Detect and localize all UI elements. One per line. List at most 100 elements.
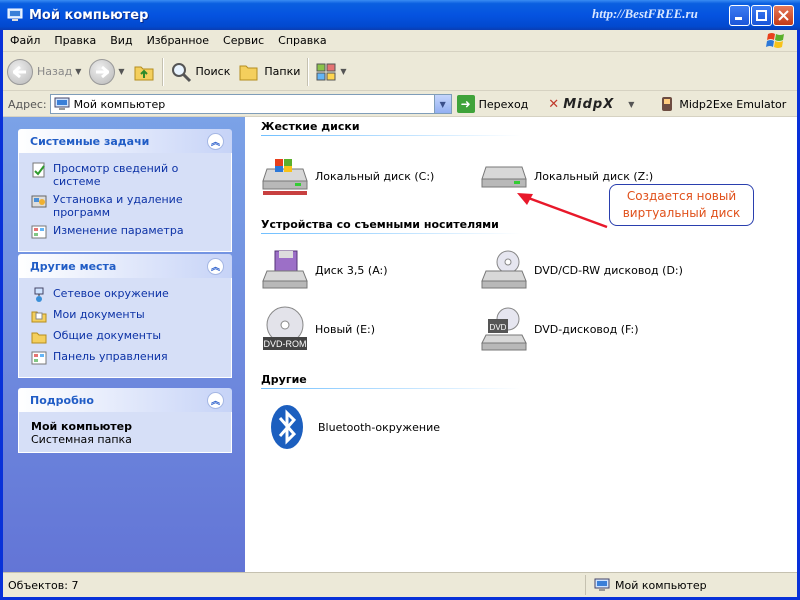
- task-label: Установка и удаление программ: [53, 193, 183, 219]
- task-change-setting[interactable]: Изменение параметра: [31, 224, 221, 240]
- emulator-icon: [662, 97, 673, 111]
- folder-icon: [31, 332, 47, 344]
- address-dropdown-icon[interactable]: ▼: [433, 95, 451, 113]
- callout-line: Создается новый: [626, 189, 737, 203]
- menu-bar: Файл Правка Вид Избранное Сервис Справка: [3, 30, 797, 52]
- menu-view[interactable]: Вид: [103, 34, 139, 47]
- status-object-count: Объектов: 7: [8, 578, 79, 592]
- system-tasks-title: Системные задачи: [30, 134, 150, 148]
- search-label: Поиск: [195, 65, 231, 78]
- other-places-header[interactable]: Другие места ︽: [18, 254, 232, 278]
- section-hard-disks: Жесткие диски: [261, 120, 521, 136]
- collapse-chevron-icon[interactable]: ︽: [207, 132, 224, 150]
- midpx-toolbar-button[interactable]: ✕ MidpX ▼: [548, 97, 635, 112]
- section-divider: [261, 233, 521, 234]
- search-button[interactable]: Поиск: [166, 55, 235, 89]
- dvd-caption: DVD: [490, 323, 507, 332]
- bluetooth-places[interactable]: Bluetooth-окружение: [267, 403, 440, 451]
- menu-edit[interactable]: Правка: [47, 34, 103, 47]
- callout-line: виртуальный диск: [622, 206, 741, 220]
- my-computer-icon: [594, 578, 610, 591]
- back-dropdown-icon[interactable]: ▼: [75, 67, 81, 76]
- task-pane: Системные задачи ︽ Просмотр сведений о с…: [3, 117, 245, 572]
- forward-dropdown-icon[interactable]: ▼: [118, 67, 124, 76]
- documents-folder-icon: [31, 311, 47, 323]
- task-add-remove-programs[interactable]: Установка и удаление программ: [31, 193, 221, 219]
- place-control-panel[interactable]: Панель управления: [31, 350, 221, 366]
- back-arrow-icon: [7, 58, 33, 85]
- midpx-dropdown-icon[interactable]: ▼: [628, 100, 635, 109]
- place-label: Общие документы: [53, 329, 162, 342]
- address-field[interactable]: Мой компьютер ▼: [49, 94, 452, 114]
- minimize-button[interactable]: [729, 5, 750, 26]
- windows-logo-icon: [763, 30, 789, 52]
- drive-label: DVD-дисковод (F:): [534, 322, 639, 336]
- collapse-chevron-icon[interactable]: ︽: [207, 391, 224, 409]
- place-network[interactable]: Сетевое окружение: [31, 287, 221, 303]
- go-label: Переход: [478, 97, 529, 111]
- title-bar[interactable]: Мой компьютер http://BestFREE.ru: [0, 0, 800, 30]
- hard-drive-icon: [262, 159, 308, 195]
- floppy-drive-icon: [262, 250, 308, 289]
- menu-help[interactable]: Справка: [271, 34, 333, 47]
- go-button[interactable]: ➜ Переход: [456, 95, 529, 113]
- views-dropdown-icon[interactable]: ▼: [340, 67, 346, 76]
- toolbar-separator: [307, 57, 309, 86]
- drive-label: DVD/CD-RW дисковод (D:): [534, 263, 683, 277]
- system-tasks-header[interactable]: Системные задачи ︽: [18, 129, 232, 153]
- folder-up-icon: [134, 66, 154, 80]
- details-body: Мой компьютер Системная папка: [18, 412, 232, 453]
- forward-button[interactable]: ▼: [85, 55, 128, 89]
- up-folder-button[interactable]: [129, 55, 159, 89]
- section-title: Жесткие диски: [261, 120, 360, 133]
- drive-c[interactable]: Локальный диск (C:): [261, 155, 434, 197]
- watermark-text: http://BestFREE.ru: [592, 6, 698, 21]
- collapse-chevron-icon[interactable]: ︽: [207, 257, 224, 275]
- folders-label: Папки: [264, 65, 301, 78]
- place-my-documents[interactable]: Мои документы: [31, 308, 221, 324]
- address-label: Адрес:: [8, 97, 47, 111]
- my-computer-icon: [54, 97, 70, 110]
- place-shared-documents[interactable]: Общие документы: [31, 329, 221, 345]
- section-divider: [261, 135, 521, 136]
- drive-label: Локальный диск (C:): [315, 169, 435, 183]
- place-label: Панель управления: [53, 350, 168, 363]
- task-label: Просмотр сведений о системе: [53, 162, 179, 188]
- task-view-system-info[interactable]: Просмотр сведений о системе: [31, 162, 221, 188]
- drive-f[interactable]: DVD DVD-дисковод (F:): [480, 305, 639, 353]
- drive-label: Новый (E:): [315, 322, 376, 336]
- menu-file[interactable]: Файл: [3, 34, 47, 47]
- annotation-callout: Создается новый виртуальный диск: [609, 184, 754, 226]
- midp2exe-label: Midp2Exe Emulator: [679, 97, 787, 111]
- details-header[interactable]: Подробно ︽: [18, 388, 232, 412]
- annotation-arrow: [517, 193, 608, 229]
- folders-button[interactable]: Папки: [234, 55, 304, 89]
- maximize-button[interactable]: [751, 5, 772, 26]
- drive-e[interactable]: DVD-ROM Новый (E:): [261, 305, 375, 353]
- bluetooth-label: Bluetooth-окружение: [318, 420, 441, 434]
- address-bar: Адрес: Мой компьютер ▼ ➜ Переход ✕ MidpX…: [3, 92, 797, 117]
- folders-icon: [239, 65, 258, 80]
- dvd-rom-disc-icon: DVD-ROM: [263, 306, 307, 350]
- views-button[interactable]: ▼: [311, 55, 350, 89]
- back-button[interactable]: Назад ▼: [3, 55, 85, 89]
- menu-favorites[interactable]: Избранное: [140, 34, 216, 47]
- section-divider: [261, 388, 521, 389]
- status-bar: Объектов: 7 Мой компьютер: [3, 572, 797, 597]
- section-title: Устройства со съемными носителями: [261, 218, 499, 231]
- drive-a[interactable]: Диск 3,5 (A:): [261, 249, 388, 291]
- search-icon: [171, 62, 191, 82]
- toolbar-separator: [161, 57, 163, 86]
- menu-tools[interactable]: Сервис: [216, 34, 271, 47]
- drive-d[interactable]: DVD/CD-RW дисковод (D:): [480, 249, 683, 291]
- network-icon: [34, 287, 44, 302]
- section-removable: Устройства со съемными носителями: [261, 218, 541, 234]
- midp2exe-button[interactable]: Midp2Exe Emulator: [659, 96, 786, 112]
- go-arrow-icon: ➜: [456, 95, 475, 113]
- close-button[interactable]: [773, 5, 794, 26]
- status-location-label: Мой компьютер: [615, 578, 707, 592]
- forward-arrow-icon: [89, 58, 116, 85]
- place-label: Сетевое окружение: [53, 287, 169, 300]
- cd-drive-icon: [481, 250, 527, 289]
- section-title: Другие: [261, 373, 307, 386]
